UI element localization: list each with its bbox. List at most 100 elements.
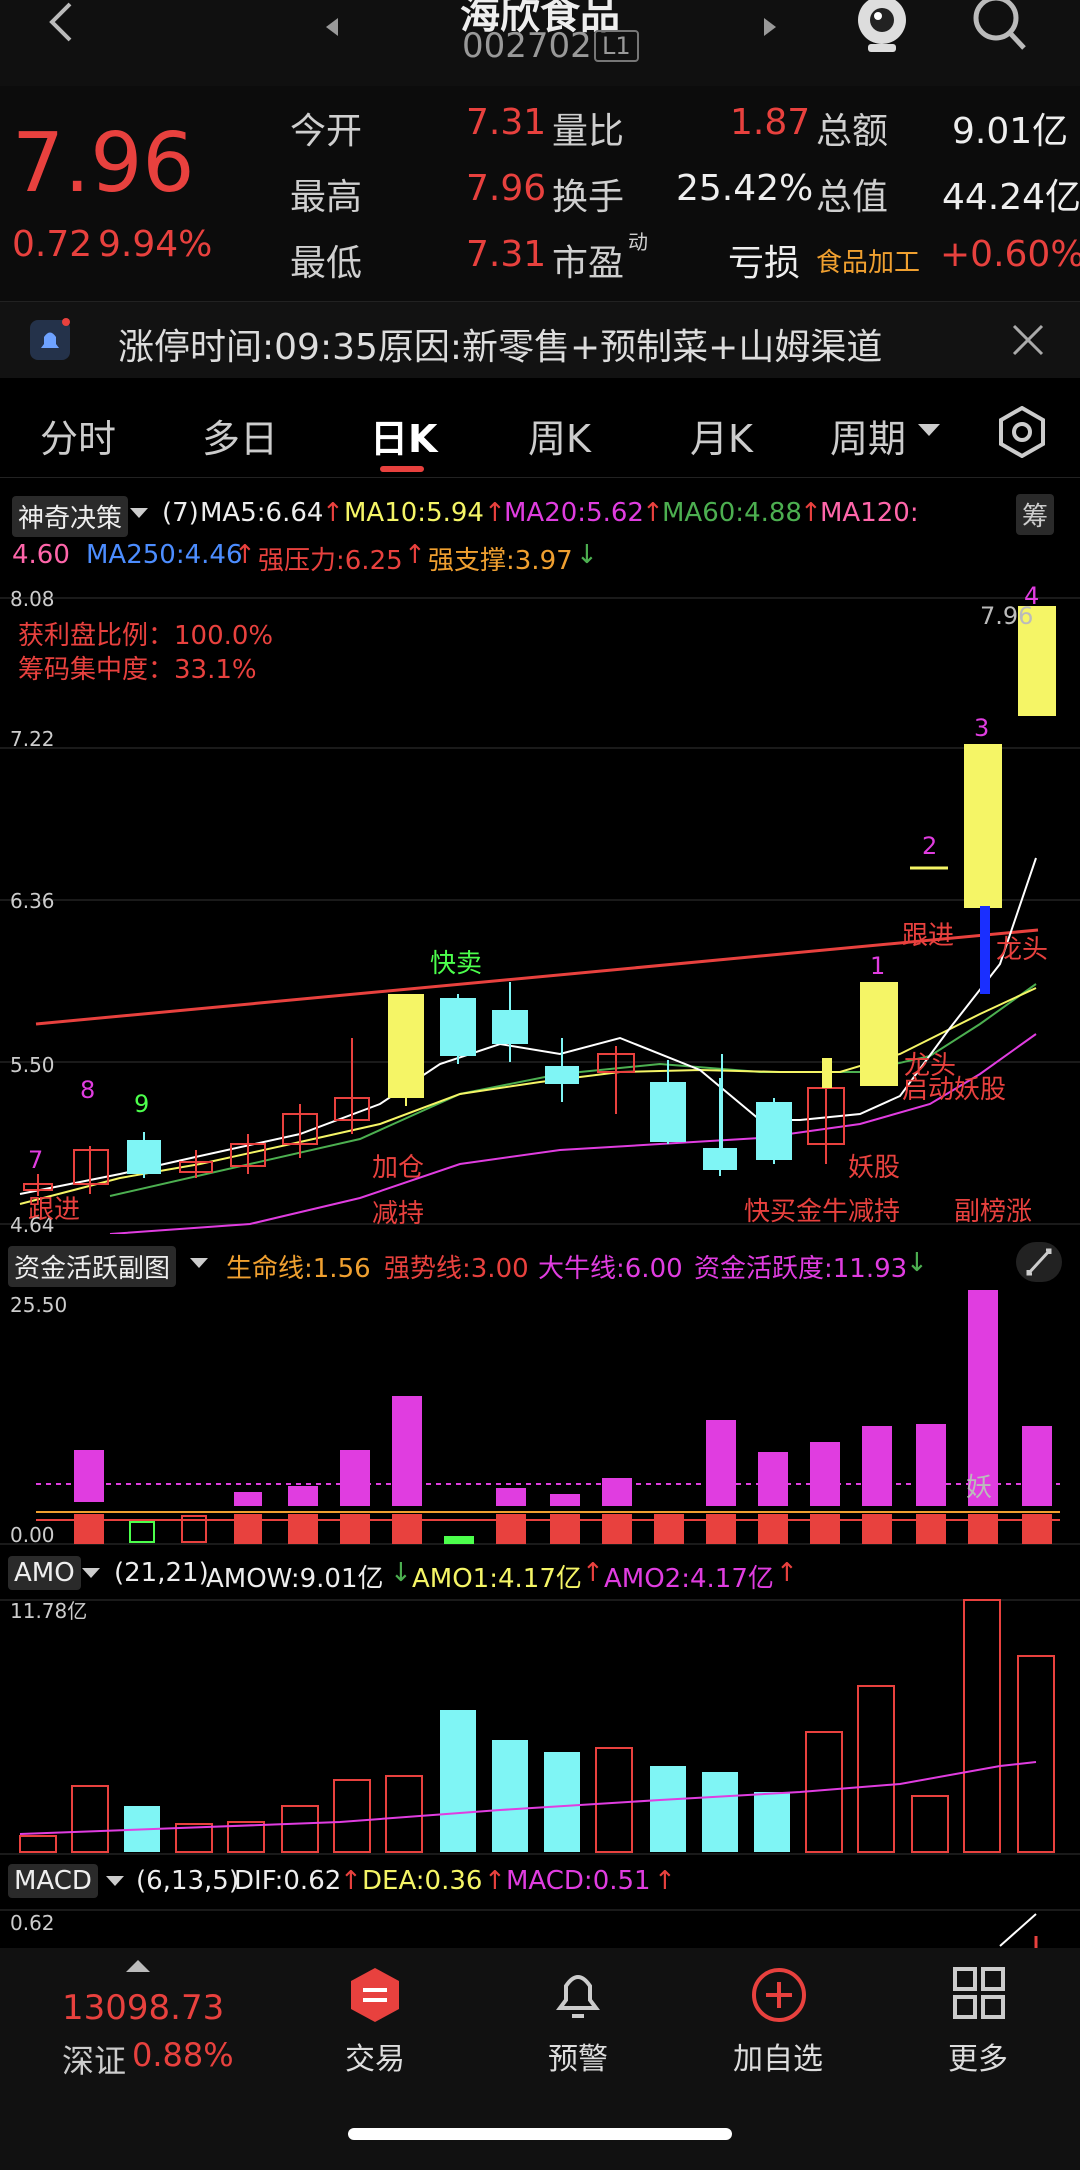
settings-icon[interactable] [996,406,1048,458]
camera-icon[interactable] [852,0,912,56]
y-label-4: 5.50 [10,1053,55,1077]
notice-bar[interactable]: 涨停时间:09:35原因:新零售+预制菜+山姆渠道 [0,302,1080,378]
nav-more[interactable]: 更多 [940,2034,1016,2078]
fund-y-bottom: 0.00 [10,1523,55,1546]
amount-chart[interactable]: 11.78亿 [0,1596,1080,1856]
fund-activity-chart[interactable]: 25.50 0.00 妖 [0,1290,1080,1546]
volume-ratio-label: 量比 [552,111,625,152]
ma5-value: MA5:6.64 [200,498,324,528]
tab-weekly-k[interactable]: 周K [528,408,591,463]
macd-chart[interactable]: 0.62 [0,1906,1080,1948]
sell-signal: 快卖 [430,949,482,979]
index-name: 深证 [62,2042,127,2080]
nav-add-watchlist[interactable]: 加自选 [726,2034,830,2078]
count-7: 7 [28,1146,43,1174]
level-badge: L1 [594,30,639,62]
market-cap-value: 44.24亿 [942,177,1080,218]
bull-line-value: 大牛线:6.00 [538,1254,683,1284]
profit-ratio: 获利盘比例：100.0% [18,621,273,651]
tab-period[interactable]: 周期 [830,408,906,463]
main-indicator-legend: 神奇决策 (7) MA5:6.64 ↑ MA10:5.94 ↑ MA20:5.6… [0,490,1080,580]
open-label: 今开 [290,111,363,152]
ma250-value: MA250:4.46 [86,540,243,570]
ma20-value: MA20:5.62 [504,498,644,528]
amo-legend: AMO (21,21) AMOW:9.01亿 ↓ AMO1:4.17亿 ↑ AM… [0,1548,1080,1598]
macd-legend: MACD (6,13,5) DIF:0.62 ↑ DEA:0.36 ↑ MACD… [0,1860,1080,1906]
bell-notice-icon [30,318,70,360]
amo-dropdown-icon [82,1568,100,1578]
nav-trade[interactable]: 交易 [340,2034,410,2078]
price-change-pct: 9.94% [98,224,213,265]
reduce-signal-1: 减持 [372,1199,424,1229]
strong-line-value: 强势线:3.00 [384,1254,529,1284]
y-label-top: 8.08 [10,587,55,611]
strong-support-value: 强支撑:3.97 [428,546,573,576]
amo-selector[interactable]: AMO [8,1556,81,1590]
expand-icon[interactable] [1014,1240,1064,1284]
tab-monthly-k[interactable]: 月K [690,408,753,463]
turnover-rate-label: 换手 [552,177,625,218]
quote-panel: 7.96 0.72 9.94% 今开 7.31 量比 1.87 总额 9.01亿… [0,86,1080,302]
current-price: 7.96 [12,116,195,211]
demon-tag: 妖 [966,1473,992,1503]
chip-toggle-button[interactable]: 筹 [1016,494,1055,535]
active-tab-indicator [380,466,424,472]
fast-buy-signal: 快买金牛减持 [744,1197,900,1227]
ma60-value: MA60:4.88 [662,498,802,528]
low-label: 最低 [290,243,363,284]
low-value: 7.31 [466,234,547,275]
amow-value: AMOW:9.01亿 [206,1564,384,1594]
chevron-down-icon [918,424,940,436]
close-icon[interactable] [1010,322,1046,358]
dif-value: DIF:0.62 [234,1866,342,1896]
ma10-value: MA10:5.94 [344,498,484,528]
dea-value: DEA:0.36 [362,1866,483,1896]
candlestick-chart[interactable]: 8.08 7.22 6.36 5.50 4.64 获利盘比例：100.0% 筹码… [0,584,1080,1234]
macd-param: (6,13,5) [136,1866,239,1896]
price-change: 0.72 [12,224,93,265]
open-value: 7.31 [466,102,547,143]
y-label-2: 7.22 [10,727,55,751]
turnover-rate-value: 25.42% [676,168,814,209]
tab-daily-k[interactable]: 日K [370,408,437,463]
amo1-value: AMO1:4.17亿 [412,1564,582,1594]
life-line-value: 生命线:1.56 [226,1254,371,1284]
bell-icon [556,1975,600,2018]
add-watchlist-icon [752,1968,806,2022]
fund-dropdown-icon [190,1258,208,1268]
index-value[interactable]: 13098.73 [62,1988,224,2028]
index-change: 0.88% [132,2036,234,2074]
volume-ratio-value: 1.87 [730,102,811,143]
candles [23,606,1056,1196]
pe-label: 市盈 [552,243,625,284]
next-stock-icon[interactable] [760,14,780,40]
bottom-navigation: 13098.73 深证 0.88% 交易 预警 加自选 更多 [0,1948,1080,2170]
macd-y-top: 0.62 [10,1911,55,1935]
tab-intraday[interactable]: 分时 [40,408,116,463]
indicator-param: (7) [162,498,199,528]
fund-activity-value: 资金活跃度:11.93 [694,1254,908,1284]
industry-change: +0.60% [940,234,1080,275]
nav-alert[interactable]: 预警 [540,2034,616,2078]
back-icon[interactable] [40,0,80,50]
turnover-amount-label: 总额 [816,111,889,152]
macd-dropdown-icon [106,1876,124,1886]
expand-up-icon[interactable] [126,1958,150,1974]
demon-stock-signal-1: 妖股 [848,1153,900,1183]
pe-sup: 动 [628,230,648,254]
tab-multi-day[interactable]: 多日 [202,408,278,463]
follow-signal-2: 跟进 [902,921,954,951]
indicator-selector[interactable]: 神奇决策 [12,496,129,537]
last-price-marker: 7.96 [980,602,1033,630]
market-cap-label: 总值 [816,177,889,218]
more-grid-icon [953,1967,1005,2019]
macd-selector[interactable]: MACD [8,1864,98,1898]
industry-label[interactable]: 食品加工 [816,242,920,279]
search-icon[interactable] [970,0,1030,56]
ma120-label: MA120: [820,498,919,528]
prev-stock-icon[interactable] [322,14,342,40]
fund-indicator-selector[interactable]: 资金活跃副图 [8,1246,177,1287]
indicator-dropdown-icon [130,508,148,518]
home-indicator [348,2128,732,2140]
ma120-value: 4.60 [12,540,70,570]
